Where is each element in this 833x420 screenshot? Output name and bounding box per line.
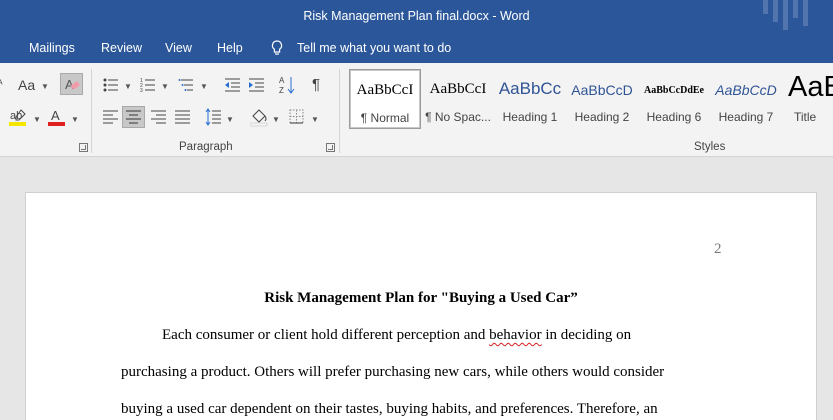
styles-group-label: Styles	[694, 141, 726, 153]
paragraph-dialog-launcher-icon[interactable]	[326, 143, 335, 152]
multilevel-dropdown-icon[interactable]: ▼	[200, 82, 208, 91]
style-no-spacing[interactable]: AaBbCcI ¶ No Spac...	[422, 69, 494, 129]
highlight-color-icon[interactable]: ab	[9, 108, 27, 128]
paragraph-line-1[interactable]: Each consumer or client hold different p…	[162, 327, 631, 344]
sort-icon[interactable]: A Z	[279, 75, 295, 95]
shading-dropdown-icon[interactable]: ▼	[272, 115, 280, 124]
document-heading[interactable]: Risk Management Plan for "Buying a Used …	[26, 290, 816, 307]
style-name: Heading 6	[646, 110, 702, 124]
menu-view[interactable]: View	[165, 41, 192, 55]
style-heading-7[interactable]: AaBbCcD Heading 7	[710, 69, 782, 129]
document-area[interactable]: 2 Risk Management Plan for "Buying a Use…	[0, 157, 833, 420]
style-name: ¶ Normal	[360, 111, 410, 125]
spelling-error-word[interactable]: behavior	[489, 327, 541, 343]
menu-help[interactable]: Help	[217, 41, 243, 55]
justify-icon[interactable]	[175, 110, 190, 124]
style-name: Title	[794, 110, 817, 124]
paragraph-line-3[interactable]: buying a used car dependent on their tas…	[121, 401, 658, 418]
increase-indent-icon[interactable]	[248, 77, 265, 93]
style-sample: AaBbCcDdEe	[643, 85, 704, 96]
align-right-icon[interactable]	[151, 110, 166, 124]
align-center-icon	[126, 110, 141, 124]
line-spacing-icon[interactable]	[205, 108, 221, 126]
style-sample: AaBbCcI	[429, 81, 487, 97]
numbering-dropdown-icon[interactable]: ▼	[161, 82, 169, 91]
bullets-dropdown-icon[interactable]: ▼	[124, 82, 132, 91]
bullets-icon[interactable]	[103, 77, 119, 93]
menu-bar: s Mailings Review View Help Tell me what…	[0, 33, 833, 63]
align-center-button[interactable]	[122, 106, 145, 128]
svg-text:Z: Z	[279, 86, 284, 95]
style-normal[interactable]: AaBbCcI ¶ Normal	[349, 69, 421, 129]
clear-formatting-button[interactable]: A	[60, 73, 83, 95]
numbering-icon[interactable]: 1 2 3	[140, 77, 156, 93]
svg-text:3: 3	[140, 88, 143, 93]
font-dialog-launcher-icon[interactable]	[79, 143, 88, 152]
text-run: Each consumer or client hold different p…	[162, 327, 490, 343]
style-sample: AaBbCc	[498, 79, 562, 98]
lightbulb-icon[interactable]	[271, 40, 283, 56]
show-formatting-marks-icon[interactable]: ¶	[312, 77, 320, 93]
style-sample: AaBbCcD	[571, 82, 633, 98]
borders-icon[interactable]	[289, 109, 304, 124]
group-separator	[339, 69, 340, 153]
font-color-icon[interactable]: A	[48, 108, 66, 128]
svg-text:A: A	[51, 108, 60, 123]
title-bar-decoration	[763, 0, 833, 33]
font-color-dropdown-icon[interactable]: ▼	[71, 115, 79, 124]
ribbon: ᴬ Aa ▼ A ab ▼ A ▼ ▼ 1 2 3 ▼ ▼ A Z ¶ ▼ ▼ …	[0, 63, 833, 157]
menu-review[interactable]: Review	[101, 41, 142, 55]
style-heading-6[interactable]: AaBbCcDdEe Heading 6	[638, 69, 710, 129]
text-run: in deciding on	[541, 327, 632, 343]
document-page[interactable]: 2 Risk Management Plan for "Buying a Use…	[25, 192, 817, 420]
title-bar: Risk Management Plan final.docx - Word	[0, 0, 833, 33]
group-separator	[91, 69, 92, 153]
clear-formatting-icon: A	[65, 77, 80, 92]
menu-mailings[interactable]: Mailings	[29, 41, 75, 55]
paragraph-group-label: Paragraph	[179, 141, 233, 153]
decrease-indent-icon[interactable]	[224, 77, 241, 93]
style-name: Heading 1	[502, 110, 558, 124]
paragraph-line-2[interactable]: purchasing a product. Others will prefer…	[121, 364, 664, 381]
line-spacing-dropdown-icon[interactable]: ▼	[226, 115, 234, 124]
change-case-dropdown-icon[interactable]: ▼	[41, 82, 49, 91]
highlight-dropdown-icon[interactable]: ▼	[33, 115, 41, 124]
shading-icon[interactable]	[250, 107, 268, 127]
style-heading-1[interactable]: AaBbCc Heading 1	[494, 69, 566, 129]
svg-text:A: A	[279, 76, 285, 85]
align-left-icon[interactable]	[103, 110, 118, 124]
multilevel-list-icon[interactable]	[178, 77, 195, 93]
style-sample: AaBbCcD	[715, 82, 777, 98]
page-number: 2	[714, 241, 722, 257]
style-title[interactable]: AaB Title	[782, 69, 833, 129]
window-title: Risk Management Plan final.docx - Word	[303, 9, 530, 23]
style-sample: AaB	[788, 71, 833, 103]
style-name: Heading 7	[718, 110, 774, 124]
style-heading-2[interactable]: AaBbCcD Heading 2	[566, 69, 638, 129]
change-case-icon[interactable]: Aa	[18, 77, 35, 93]
borders-dropdown-icon[interactable]: ▼	[311, 115, 319, 124]
style-name: Heading 2	[574, 110, 630, 124]
font-size-decrease-icon[interactable]: ᴬ	[0, 77, 3, 93]
style-name: ¶ No Spac...	[425, 110, 491, 124]
style-sample: AaBbCcI	[356, 82, 414, 98]
tell-me-search[interactable]: Tell me what you want to do	[297, 41, 451, 55]
